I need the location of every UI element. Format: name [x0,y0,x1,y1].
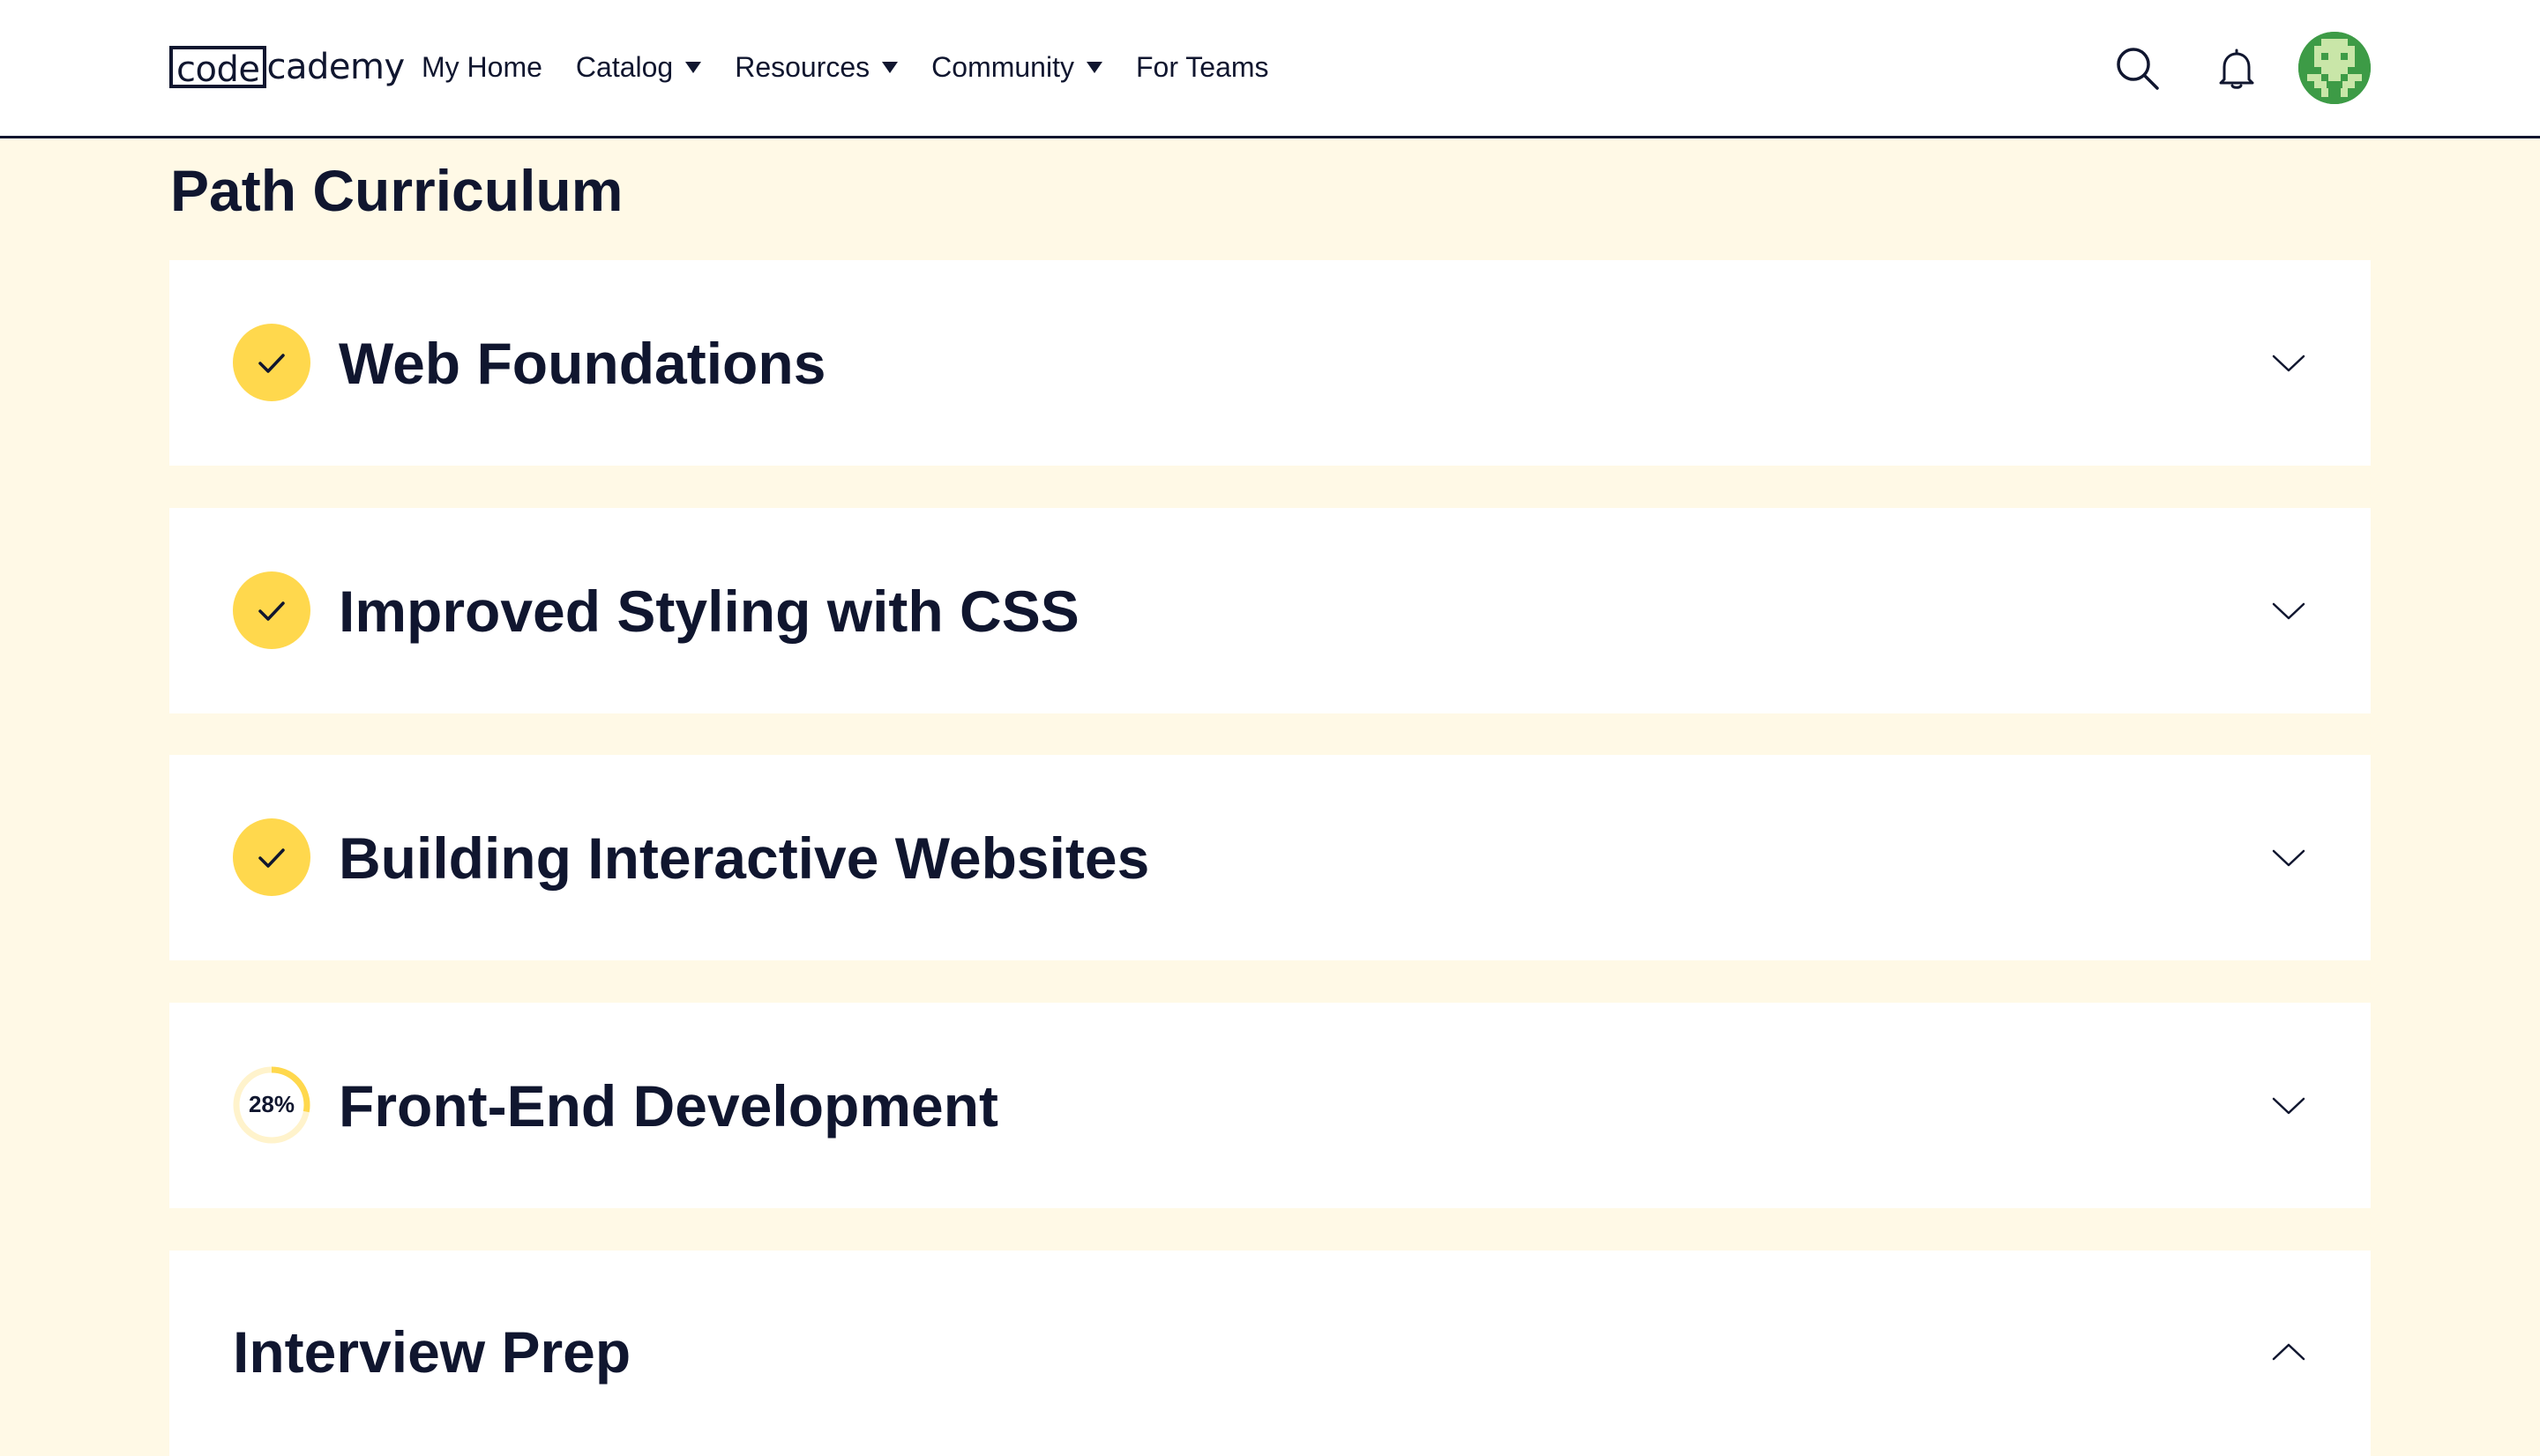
completed-check-icon [233,571,310,649]
module-card-improved-styling-with-css[interactable]: Improved Styling with CSS [169,508,2371,713]
nav-catalog[interactable]: Catalog [575,50,702,84]
module-title: Interview Prep [233,1319,631,1385]
pixel-avatar-icon [2298,32,2371,104]
module-card-front-end-development[interactable]: 28% Front-End Development [169,1003,2371,1208]
codecademy-logo[interactable]: code cademy [169,42,405,92]
user-avatar[interactable] [2298,32,2371,104]
bell-icon[interactable] [2214,46,2260,92]
main-nav: My Home Catalog Resources Community For … [422,42,1303,92]
chevron-up-icon[interactable] [2270,1333,2307,1370]
module-title: Improved Styling with CSS [339,578,1080,644]
completed-check-icon [233,818,310,896]
chevron-down-icon[interactable] [2270,345,2307,382]
nav-community-label: Community [931,50,1074,83]
nav-resources[interactable]: Resources [735,50,899,84]
module-title: Front-End Development [339,1072,999,1139]
caret-down-icon [685,61,702,73]
nav-my-home[interactable]: My Home [422,51,542,84]
module-title: Web Foundations [339,330,826,396]
caret-down-icon [1086,61,1102,73]
logo-text: cademy [266,47,405,87]
chevron-down-icon[interactable] [2270,840,2307,877]
search-icon[interactable] [2115,46,2161,92]
completed-check-icon [233,324,310,401]
module-card-building-interactive-websites[interactable]: Building Interactive Websites [169,755,2371,960]
progress-ring: 28% [233,1066,310,1144]
caret-down-icon [882,61,899,73]
nav-community[interactable]: Community [931,51,1102,84]
nav-catalog-label: Catalog [575,50,674,83]
module-card-web-foundations[interactable]: Web Foundations [169,260,2371,466]
nav-resources-label: Resources [735,50,870,83]
progress-percent-label: 28% [249,1091,295,1117]
chevron-down-icon[interactable] [2270,593,2307,630]
page-title: Path Curriculum [170,158,624,223]
module-card-interview-prep[interactable]: Interview Prep [169,1251,2371,1456]
logo-boxed-text: code [169,46,267,90]
module-title: Building Interactive Websites [339,825,1150,891]
nav-my-home-label: My Home [422,50,542,83]
chevron-down-icon[interactable] [2270,1087,2307,1124]
top-navigation-bar: code cademy My Home Catalog Resources Com… [0,0,2540,138]
nav-for-teams[interactable]: For Teams [1136,51,1269,84]
nav-for-teams-label: For Teams [1135,50,1269,83]
